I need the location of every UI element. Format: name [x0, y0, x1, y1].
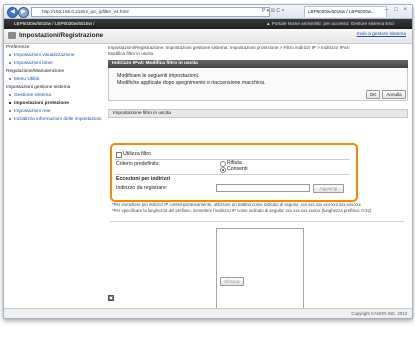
- policy-allow-label: Consenti: [227, 166, 248, 172]
- sidebar-section-preferences: Preferenze: [6, 45, 30, 50]
- use-filter-label: Utilizza filtro: [123, 151, 151, 157]
- policy-allow-radio[interactable]: [220, 167, 226, 173]
- sidebar-item-network-settings[interactable]: Impostazioni rete: [4, 107, 105, 115]
- filter-section-header: Impostazione filtro in uscita: [108, 109, 408, 118]
- sidebar: Preferenze Impostazioni visualizzazione …: [4, 43, 105, 273]
- message-line2: Modifiche applicate dopo spegnimento e r…: [117, 80, 266, 86]
- window-controls-icon[interactable]: – □ ×: [385, 7, 409, 13]
- sidebar-item-display-settings[interactable]: Impostazioni visualizzazione: [4, 51, 105, 59]
- device-model: LBP6030w/6018w / LBP6030w/6018w /: [14, 21, 95, 26]
- address-bar: ◀ ▶ http://192.168.0.215/rs_ipc_ipfilter…: [4, 5, 412, 19]
- page-title: Impostazioni/Registrazione: [19, 32, 104, 39]
- sidebar-item-initialize-settings[interactable]: Inizializza informazioni delle impostazi…: [4, 115, 105, 123]
- back-icon[interactable]: ◀: [7, 7, 18, 18]
- browser-window: ◀ ▶ http://192.168.0.215/rs_ipc_ipfilter…: [3, 4, 413, 319]
- page-top-icon[interactable]: ▣: [108, 295, 114, 301]
- delete-button[interactable]: Elimina: [220, 277, 244, 286]
- sidebar-section-system-management: Impostazioni gestione sistema: [6, 85, 71, 90]
- url-actions-icon[interactable]: P ▾ ☒ C ×: [262, 7, 284, 16]
- address-list[interactable]: [216, 228, 304, 310]
- divider: [110, 221, 404, 222]
- main-content: Impostazioni/Registrazione: Impostazioni…: [108, 45, 408, 310]
- device-topbar: LBP6030w/6018w / LBP6030w/6018w / ▲ Port…: [4, 19, 412, 29]
- breadcrumb-line2: Modifica filtro in uscita: [108, 51, 154, 56]
- send-to-admin-link[interactable]: Invio a gestore sistema: [357, 32, 406, 37]
- address-label: Indirizzo da registrare:: [116, 185, 168, 191]
- divider: [114, 174, 350, 175]
- message-box: Modificare le seguenti impostazioni. Mod…: [108, 68, 408, 101]
- address-input[interactable]: [216, 184, 310, 192]
- sidebar-item-utility-menu[interactable]: Menu Utilità: [4, 75, 105, 83]
- breadcrumb: Impostazioni/Registrazione: Impostazioni…: [108, 45, 408, 57]
- note-prefix: *Per specificare la lunghezza del prefis…: [112, 208, 372, 213]
- page-titlebar: Impostazioni/Registrazione Invio a gesto…: [4, 29, 412, 44]
- message-line1: Modificare le seguenti impostazioni.: [117, 73, 200, 79]
- sidebar-item-timer-settings[interactable]: Impostazioni timer: [4, 59, 105, 67]
- sidebar-item-system-management[interactable]: Gestione sistema: [4, 91, 105, 99]
- settings-icon: [8, 32, 16, 39]
- use-filter-checkbox[interactable]: [116, 152, 122, 158]
- copyright: Copyright CANON INC. 2013: [351, 311, 407, 316]
- cancel-button[interactable]: Annulla: [382, 90, 406, 99]
- exceptions-title: Eccezioni per indirizzi: [116, 176, 171, 182]
- sidebar-item-security-settings[interactable]: Impostazioni protezione: [4, 99, 105, 107]
- forward-icon[interactable]: ▶: [18, 7, 29, 18]
- sidebar-section-maintenance: Regolazione/Manutenzione: [6, 69, 65, 74]
- footer: Copyright CANON INC. 2013: [4, 308, 412, 318]
- default-policy-label: Criterio predefinito:: [116, 161, 160, 167]
- url-field[interactable]: http://192.168.0.215/rs_ipc_ipfilter_v4.…: [31, 7, 270, 17]
- note-range: *Per immettere più indirizzi IP contempo…: [112, 202, 361, 207]
- dialog-header: Indirizzo IPv4: Modifica filtro in uscit…: [108, 60, 408, 68]
- add-button[interactable]: Aggiungi: [313, 184, 344, 193]
- browser-tab[interactable]: LBP6030w/6018w / LBP6030w...: [304, 6, 387, 17]
- portal-links[interactable]: ▲ Portale Nome amministr. per accesso: G…: [266, 19, 394, 29]
- ok-button[interactable]: OK: [366, 90, 380, 99]
